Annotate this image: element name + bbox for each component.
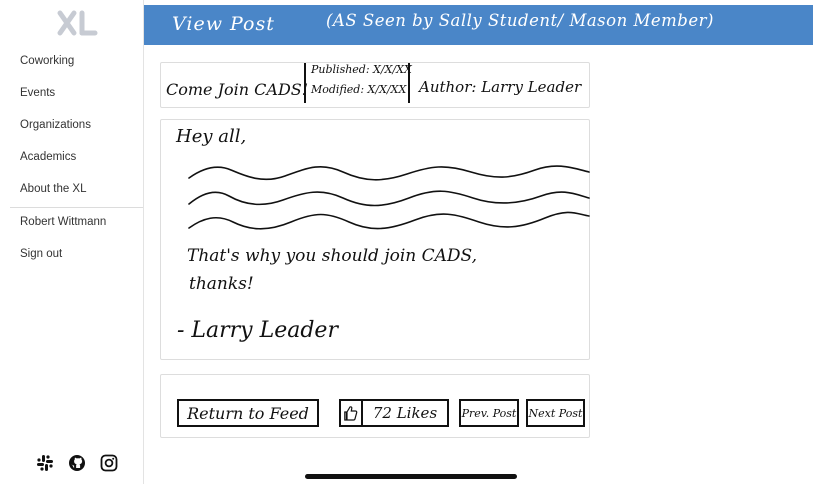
thumbs-up-icon xyxy=(344,406,358,421)
sidebar-item-organizations[interactable]: Organizations xyxy=(20,119,91,131)
xl-logo-icon[interactable] xyxy=(56,10,98,36)
post-actions-card: Return to Feed 72 Likes Prev. Post Next … xyxy=(160,374,590,438)
published-date: Published: X/X/XX xyxy=(311,63,412,76)
sidebar-item-academics[interactable]: Academics xyxy=(20,151,76,163)
sidebar-divider xyxy=(10,207,143,208)
home-indicator[interactable] xyxy=(305,474,517,479)
sign-out-link[interactable]: Sign out xyxy=(20,248,62,260)
next-post-button[interactable]: Next Post xyxy=(526,399,585,427)
page-subtitle: (AS Seen by Sally Student/ Mason Member) xyxy=(326,11,714,30)
page-header: View Post (AS Seen by Sally Student/ Mas… xyxy=(144,5,813,45)
sidebar-item-about-the-xl[interactable]: About the XL xyxy=(20,183,87,195)
post-message-line: That's why you should join CADS, xyxy=(187,246,477,266)
placeholder-text-scribble xyxy=(188,165,590,230)
post-title: Come Join CADS! xyxy=(166,80,309,99)
instagram-icon[interactable] xyxy=(100,454,118,472)
slack-icon[interactable] xyxy=(36,454,54,472)
modified-date: Modified: X/X/XX xyxy=(311,83,407,96)
divider xyxy=(304,63,306,103)
prev-post-button[interactable]: Prev. Post xyxy=(459,399,519,427)
post-body-card: Hey all, That's why you should join CADS… xyxy=(160,119,590,360)
post-author: Author: Larry Leader xyxy=(419,78,582,96)
divider xyxy=(408,63,410,103)
like-button[interactable] xyxy=(339,399,363,427)
github-icon[interactable] xyxy=(68,454,86,472)
post-signature: - Larry Leader xyxy=(177,318,338,343)
sidebar-item-coworking[interactable]: Coworking xyxy=(20,55,74,67)
post-info-card: Come Join CADS! Published: X/X/XX Modifi… xyxy=(160,62,590,108)
page-title: View Post xyxy=(172,13,275,35)
sidebar-user-name[interactable]: Robert Wittmann xyxy=(20,216,106,228)
post-greeting: Hey all, xyxy=(176,126,247,147)
likes-count: 72 Likes xyxy=(361,399,449,427)
sidebar-item-events[interactable]: Events xyxy=(20,87,55,99)
post-message-line: thanks! xyxy=(189,274,254,294)
sidebar: Coworking Events Organizations Academics… xyxy=(0,0,144,484)
return-to-feed-button[interactable]: Return to Feed xyxy=(177,399,319,427)
